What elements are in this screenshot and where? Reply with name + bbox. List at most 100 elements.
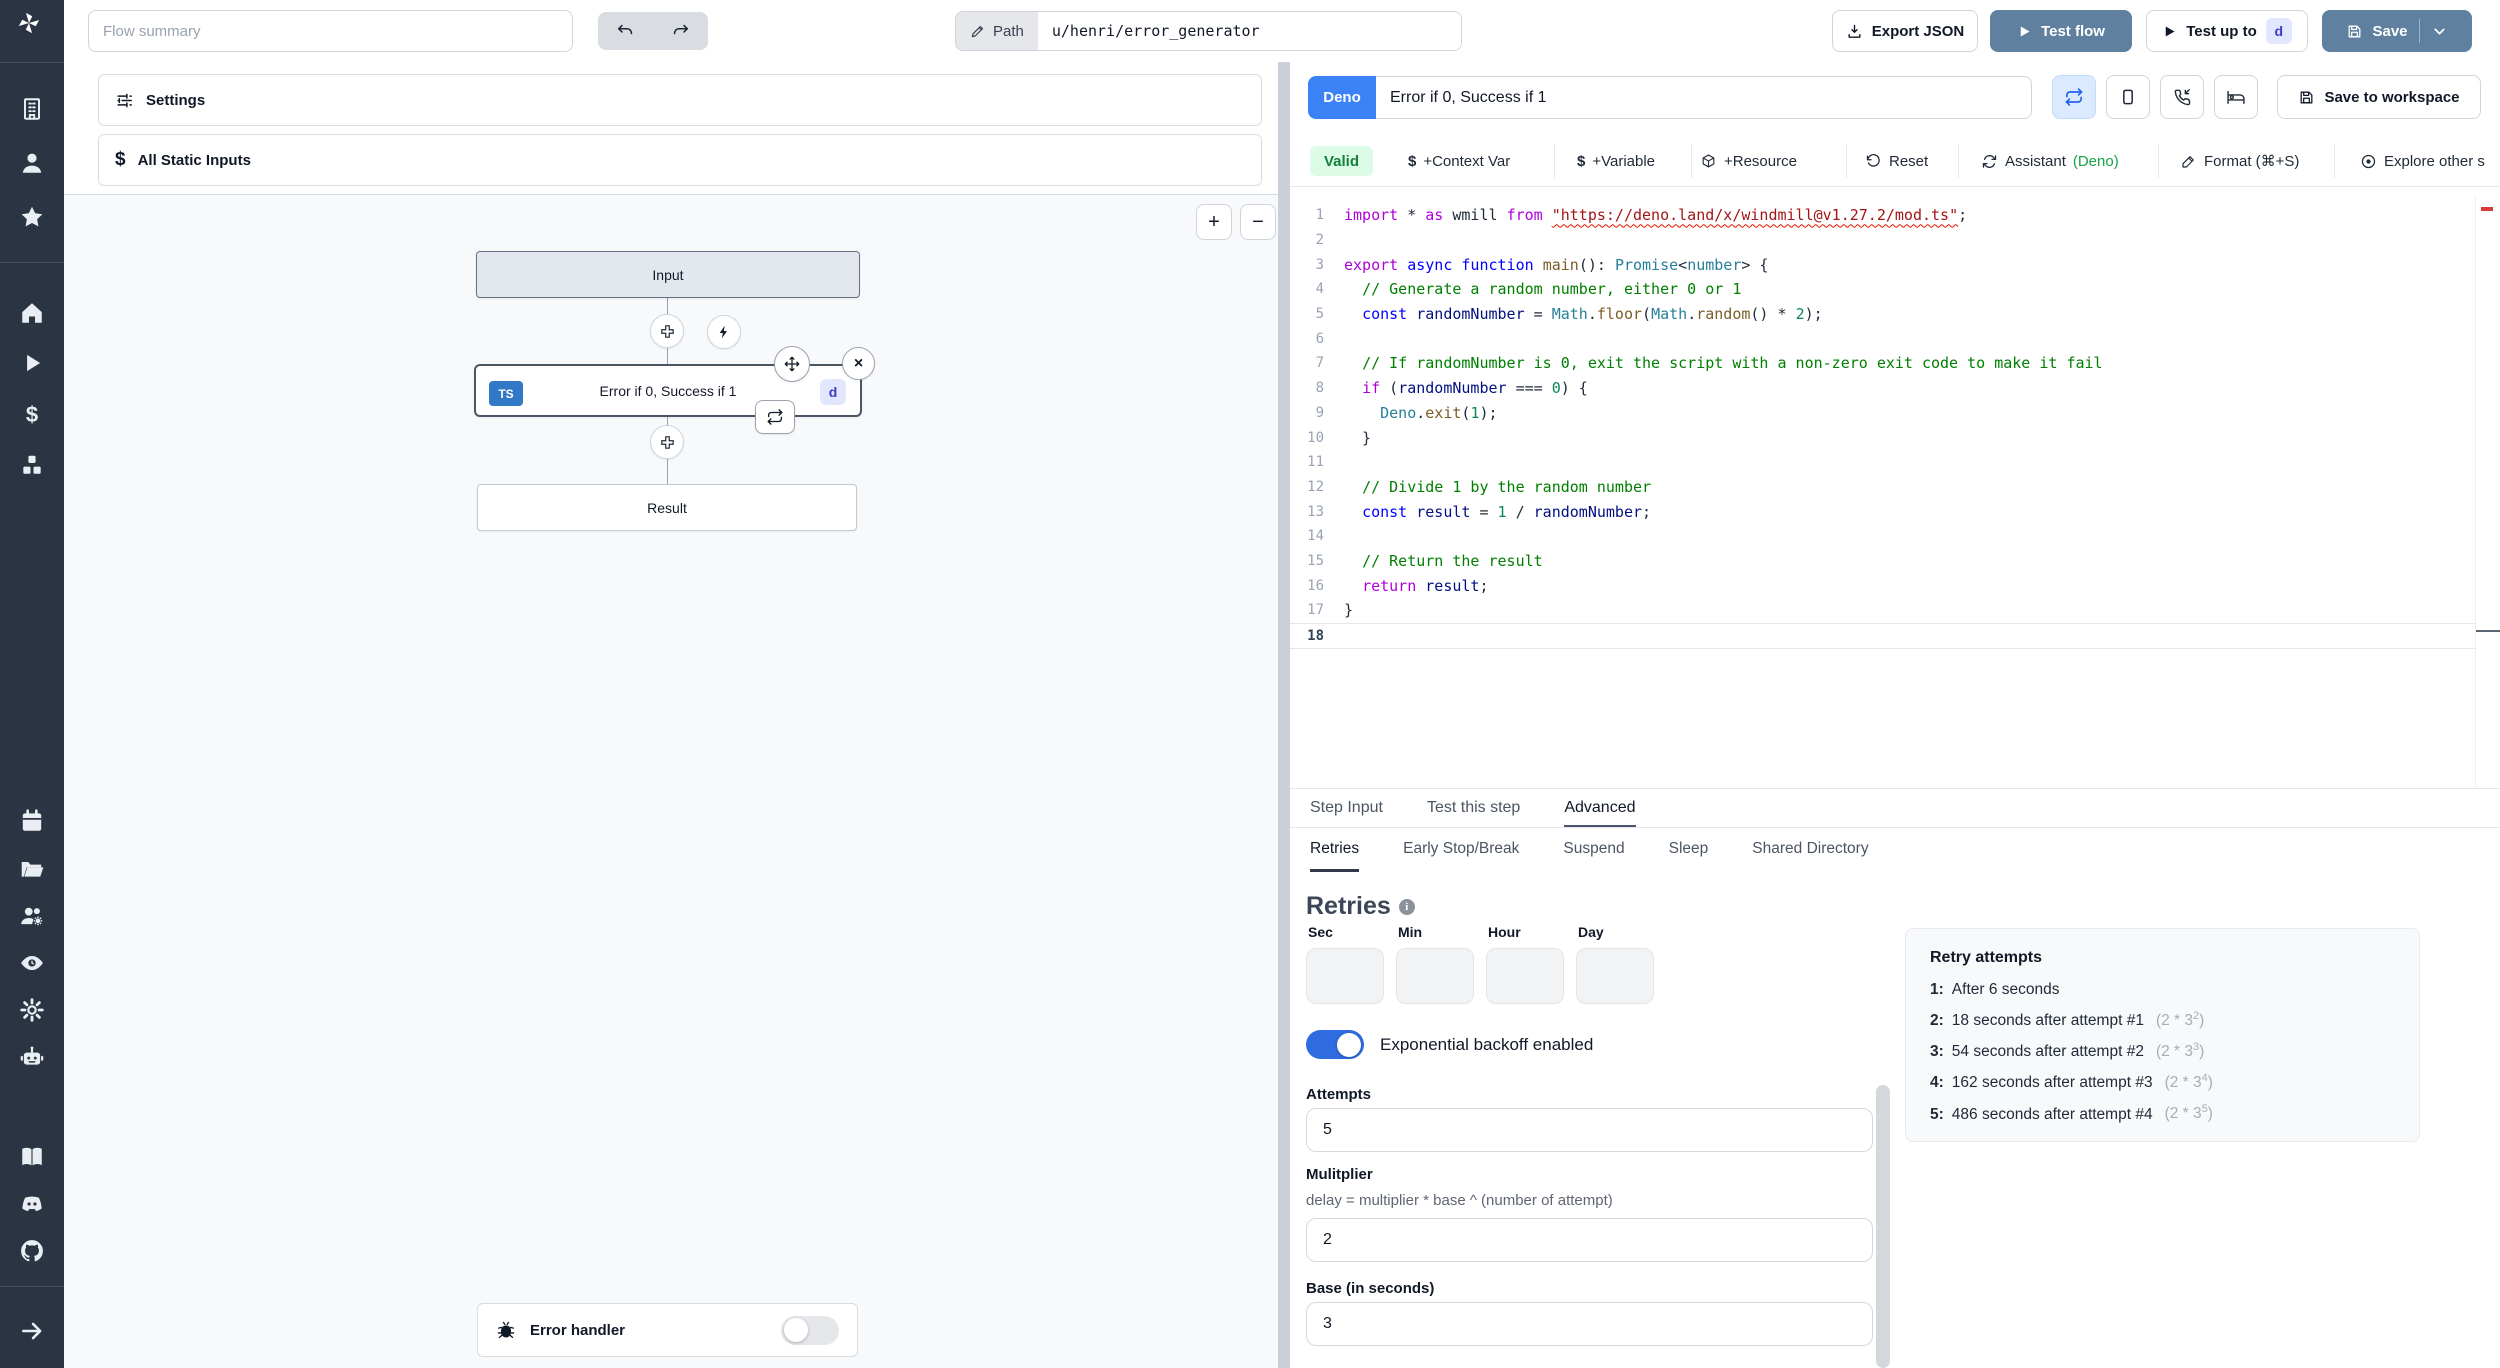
- undo-button[interactable]: [598, 12, 653, 50]
- subtab-sleep[interactable]: Sleep: [1669, 828, 1709, 872]
- language-badge: Deno: [1308, 76, 1376, 119]
- robot-icon[interactable]: [19, 1044, 45, 1070]
- discord-icon[interactable]: [19, 1191, 45, 1217]
- reset-button[interactable]: Reset: [1865, 140, 1928, 182]
- users-settings-icon[interactable]: [19, 903, 45, 929]
- retries-icon-button[interactable]: [2052, 75, 2096, 119]
- audit-eye-icon[interactable]: [19, 950, 45, 976]
- trigger-bolt-button[interactable]: [707, 315, 741, 349]
- editor-overview-ruler[interactable]: [2475, 195, 2500, 788]
- form-scrollbar[interactable]: [1876, 1085, 1890, 1368]
- save-to-workspace-button[interactable]: Save to workspace: [2277, 75, 2481, 119]
- format-button[interactable]: Format (⌘+S): [2181, 140, 2299, 182]
- panel-splitter[interactable]: [1278, 62, 1290, 1368]
- attempts-input[interactable]: [1306, 1108, 1873, 1152]
- subtab-shared-directory[interactable]: Shared Directory: [1752, 828, 1868, 872]
- user-icon[interactable]: [19, 150, 45, 176]
- input-node[interactable]: Input: [476, 251, 860, 298]
- tab-advanced[interactable]: Advanced: [1564, 790, 1636, 827]
- code-line-13: 13 const result = 1 / randomNumber;: [1307, 502, 1652, 521]
- flow-canvas[interactable]: + − Input TS Error if 0, Success if 1 d: [64, 194, 1278, 1368]
- export-json-button[interactable]: Export JSON: [1832, 10, 1978, 52]
- retry-indicator-button[interactable]: [755, 400, 795, 434]
- rotate-left-icon: [1866, 153, 1880, 167]
- add-context-var-button[interactable]: $ +Context Var: [1408, 140, 1510, 182]
- exponential-backoff-toggle[interactable]: [1306, 1030, 1364, 1059]
- sec-label: Sec: [1308, 924, 1333, 940]
- editor-toolbar: Valid $ +Context Var $ +Variable +Resource…: [1290, 140, 2500, 187]
- step-name-input[interactable]: [1376, 76, 2032, 119]
- chevron-down-icon[interactable]: [2431, 23, 2448, 40]
- code-line-5: 5 const randomNumber = Math. floor(Math. r…: [1315, 305, 1823, 324]
- github-icon[interactable]: [19, 1238, 45, 1264]
- typescript-badge: TS: [489, 381, 523, 406]
- building-icon[interactable]: [19, 96, 45, 122]
- cursor-marker: [2476, 630, 2500, 632]
- error-handler-row[interactable]: Error handler: [477, 1303, 858, 1357]
- repeat-icon: [2065, 88, 2083, 106]
- retry-attempt-item: 1: After 6 seconds: [1930, 981, 2060, 998]
- toolbar-divider: [1691, 144, 1692, 178]
- redo-button[interactable]: [653, 12, 708, 50]
- test-up-to-button[interactable]: Test up to d: [2146, 10, 2308, 52]
- day-input[interactable]: [1576, 948, 1654, 1004]
- subtab-retries[interactable]: Retries: [1310, 828, 1360, 872]
- path-input[interactable]: [1037, 12, 1461, 50]
- add-resource-button[interactable]: +Resource: [1700, 140, 1797, 182]
- early-stop-icon-button[interactable]: [2106, 75, 2150, 119]
- base-input[interactable]: [1306, 1302, 1873, 1346]
- tab-test-this-step[interactable]: Test this step: [1427, 790, 1520, 827]
- sidebar-divider: [0, 1286, 64, 1287]
- flow-summary-input[interactable]: [88, 10, 573, 52]
- code-line-4: 4 // Generate a random number, either 0 …: [1315, 280, 1742, 299]
- attempts-label: Attempts: [1306, 1086, 1372, 1103]
- multiplier-input[interactable]: [1306, 1218, 1873, 1262]
- subtab-early-stop-break[interactable]: Early Stop/Break: [1403, 828, 1519, 872]
- docs-book-icon[interactable]: [19, 1144, 45, 1170]
- tab-step-input[interactable]: Step Input: [1310, 790, 1383, 827]
- explore-scripts-button[interactable]: Explore other s: [2360, 140, 2485, 182]
- schedules-calendar-icon[interactable]: [19, 808, 45, 834]
- zoom-in-button[interactable]: +: [1196, 204, 1232, 240]
- test-flow-button[interactable]: Test flow: [1990, 10, 2132, 52]
- info-icon[interactable]: i: [1398, 898, 1415, 915]
- resources-cubes-icon[interactable]: [19, 452, 45, 478]
- plus-icon: [660, 324, 674, 338]
- sleep-bed-icon-button[interactable]: [2214, 75, 2258, 119]
- runs-play-icon[interactable]: [19, 350, 45, 376]
- assistant-button[interactable]: Assistant (Deno): [1981, 140, 2119, 182]
- add-variable-button[interactable]: $ +Variable: [1577, 140, 1655, 182]
- delete-step-button[interactable]: ×: [842, 347, 875, 380]
- flow-settings-button[interactable]: Settings: [98, 74, 1262, 126]
- move-step-handle[interactable]: [774, 346, 810, 382]
- subtab-suspend[interactable]: Suspend: [1563, 828, 1624, 872]
- path-label: Path: [956, 12, 1038, 50]
- code-line-1: 1 import * as wmill from "https://deno.la…: [1315, 206, 1968, 225]
- suspend-phone-icon-button[interactable]: [2160, 75, 2204, 119]
- result-node[interactable]: Result: [477, 484, 857, 531]
- add-step-button[interactable]: [650, 425, 684, 459]
- save-button[interactable]: Save: [2322, 10, 2472, 52]
- play-icon: [2165, 26, 2175, 36]
- star-icon[interactable]: [19, 204, 45, 230]
- refresh-icon: [1982, 154, 1997, 168]
- gear-icon[interactable]: [19, 997, 45, 1023]
- code-editor[interactable]: 1 import * as wmill from "https://deno.la…: [1290, 195, 2500, 789]
- step-id-badge: d: [2265, 18, 2292, 44]
- retry-attempt-item: 3: 54 seconds after attempt #2 (2 * 33): [1930, 1041, 2205, 1061]
- variables-dollar-icon[interactable]: $: [19, 402, 45, 428]
- folder-open-icon[interactable]: [19, 856, 45, 882]
- collapse-arrow-icon[interactable]: [19, 1318, 45, 1344]
- all-static-inputs-button[interactable]: $ All Static Inputs: [98, 134, 1262, 186]
- add-step-button[interactable]: [650, 314, 684, 348]
- error-handler-toggle[interactable]: [781, 1315, 839, 1345]
- windmill-logo-icon[interactable]: [16, 10, 48, 42]
- sidebar-divider: [0, 262, 64, 263]
- zoom-out-button[interactable]: −: [1240, 204, 1276, 240]
- home-icon[interactable]: [19, 300, 45, 326]
- hour-input[interactable]: [1486, 948, 1564, 1004]
- redo-icon: [673, 24, 689, 34]
- min-input[interactable]: [1396, 948, 1474, 1004]
- sec-input[interactable]: [1306, 948, 1384, 1004]
- bug-icon: [497, 1321, 515, 1338]
